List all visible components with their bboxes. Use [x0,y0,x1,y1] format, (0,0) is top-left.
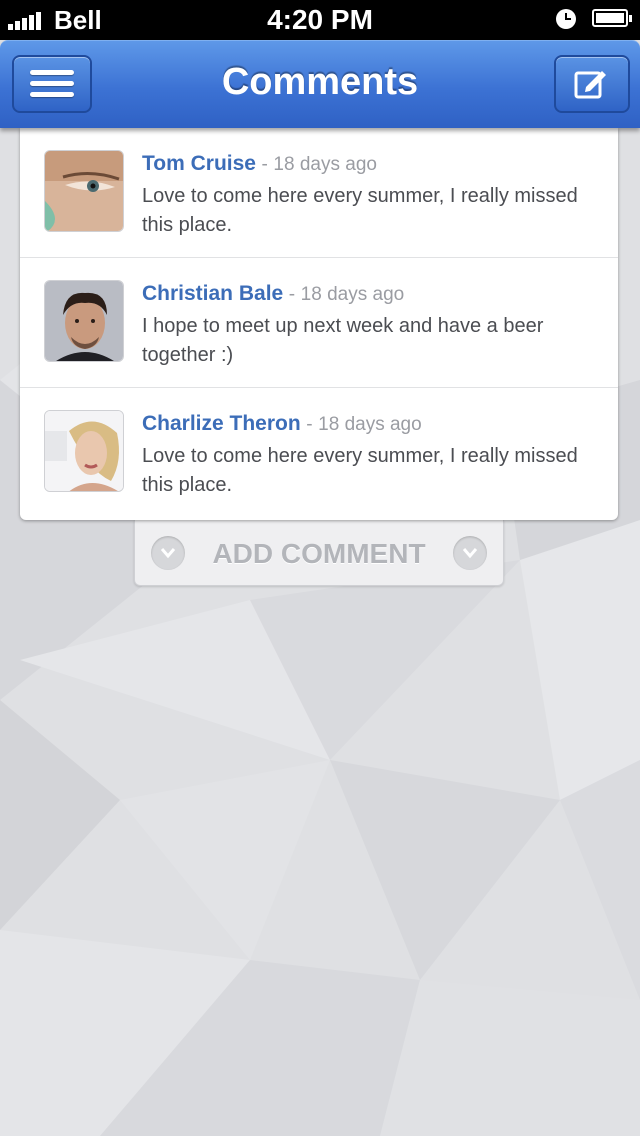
page-title: Comments [221,61,419,103]
status-bar: Bell 4:20 PM [0,0,640,40]
chevron-down-icon [453,536,487,570]
comment-author[interactable]: Christian Bale [142,282,283,305]
comment-text: Love to come here every summer, I really… [142,185,578,236]
comment-separator: - [288,284,296,305]
battery-icon [592,9,632,27]
alarm-clock-icon [556,9,576,29]
comment-text: Love to come here every summer, I really… [142,445,578,496]
comment-item[interactable]: Tom Cruise - 18 days ago Love to come he… [20,128,618,258]
comment-time: 18 days ago [318,414,422,435]
comment-separator: - [306,414,313,435]
comment-author[interactable]: Tom Cruise [142,152,256,175]
compose-button[interactable] [554,55,630,113]
comments-list: Tom Cruise - 18 days ago Love to come he… [20,128,618,520]
avatar[interactable] [44,280,124,362]
add-comment-label: ADD COMMENT [212,538,426,569]
avatar[interactable] [44,150,124,232]
comment-author[interactable]: Charlize Theron [142,412,301,435]
avatar[interactable] [44,410,124,492]
comment-text: I hope to meet up next week and have a b… [142,315,544,366]
status-time: 4:20 PM [267,4,373,35]
compose-icon [574,71,606,99]
comment-time: 18 days ago [300,284,405,305]
navigation-bar: Comments [0,40,640,128]
comment-time: 18 days ago [273,154,377,175]
comment-item[interactable]: Charlize Theron - 18 days ago Love to co… [20,388,618,518]
comment-item[interactable]: Christian Bale - 18 days ago I hope to m… [20,258,618,388]
comment-separator: - [261,154,268,175]
add-comment-button[interactable]: ADD COMMENT [134,520,504,586]
